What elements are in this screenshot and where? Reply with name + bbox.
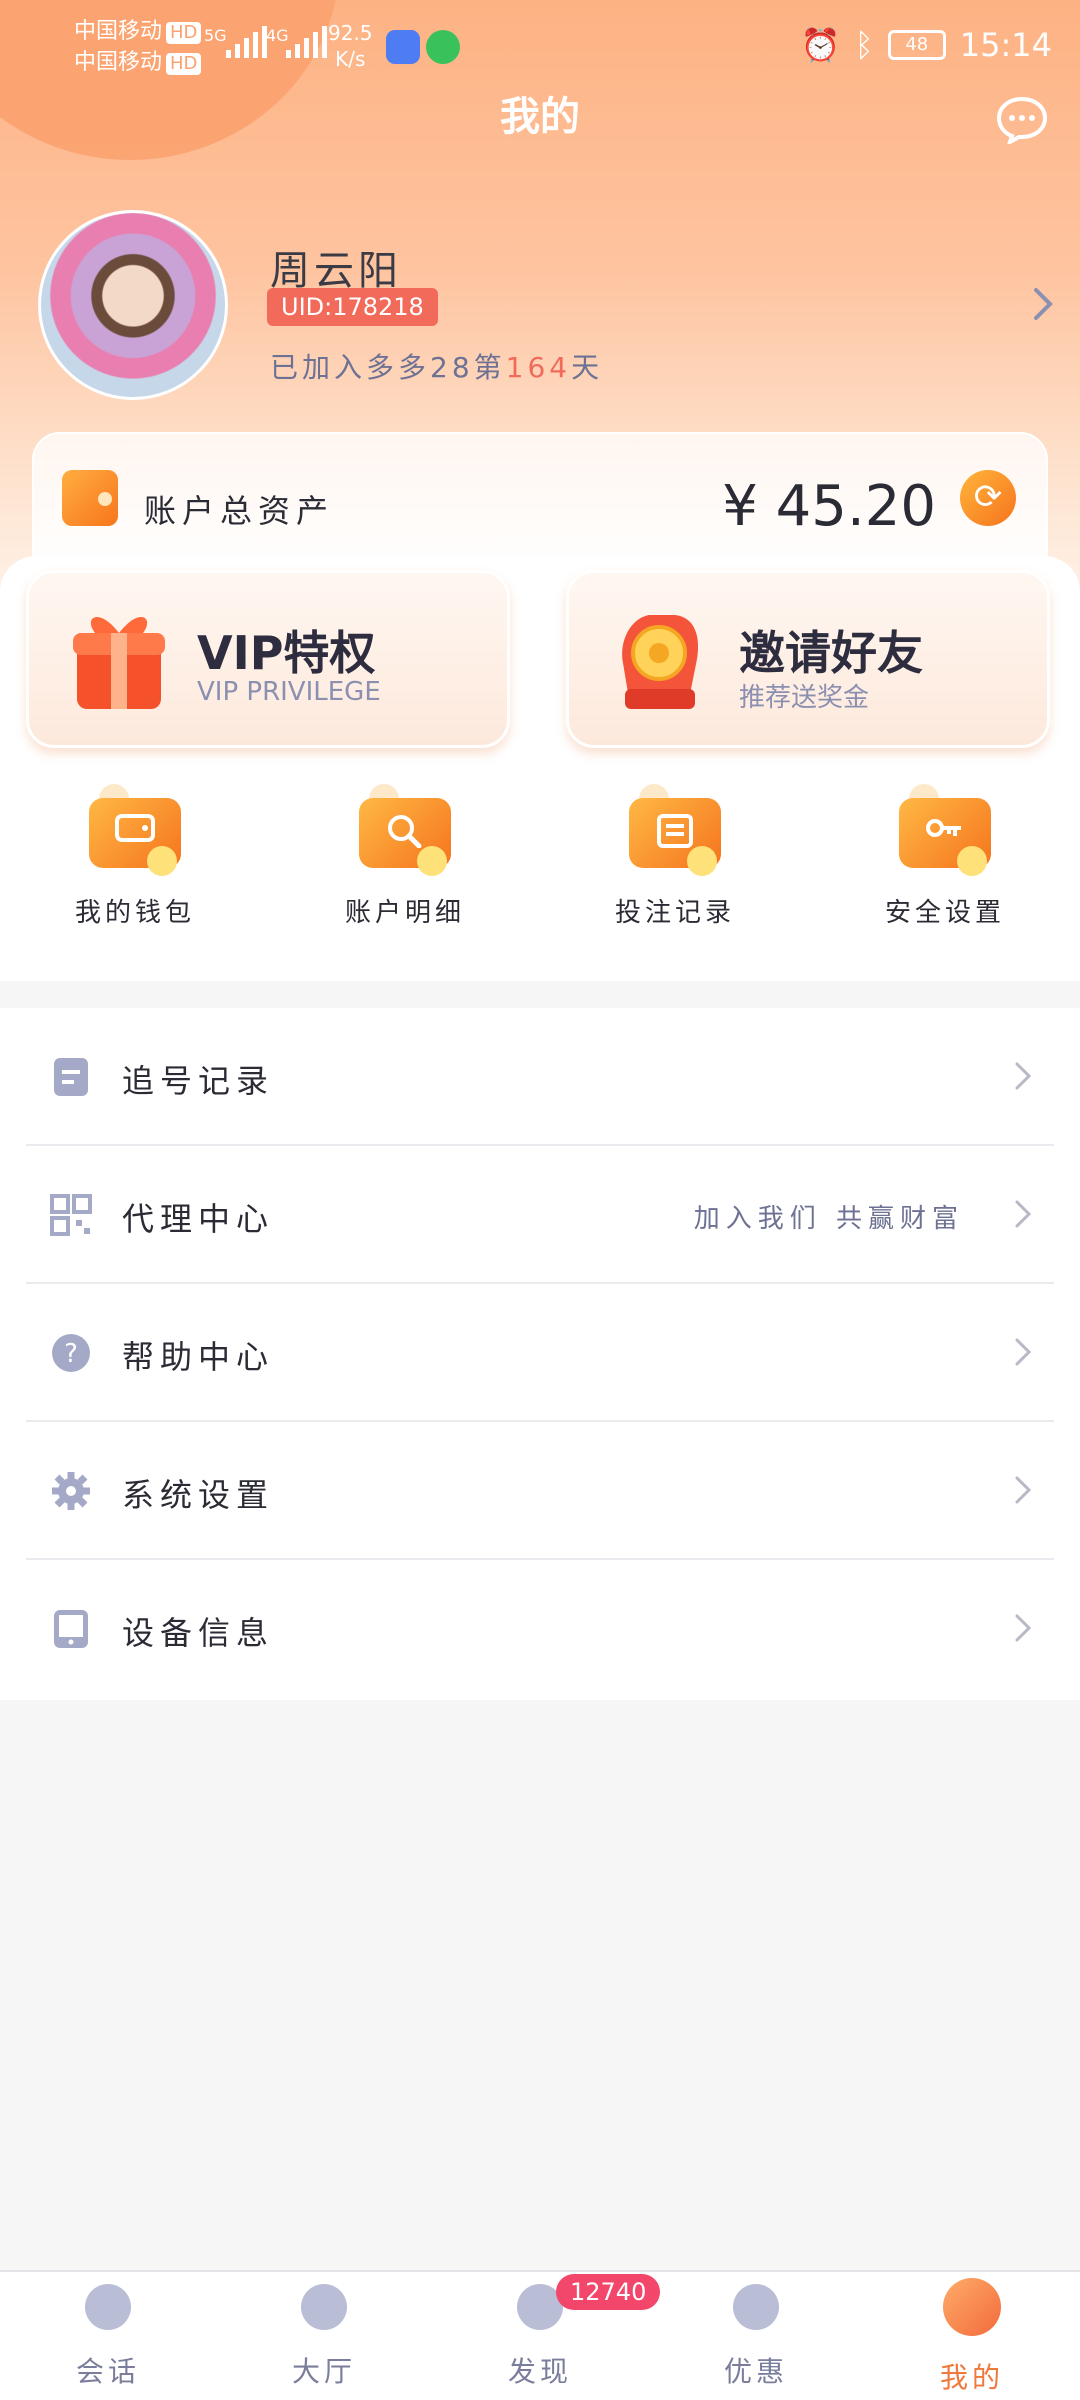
uid-badge: UID:178218 [267,288,438,326]
tab-label: 发现 [507,2355,572,2388]
chevron-right-icon [1015,1476,1032,1504]
menu-item-system-settings[interactable]: 系统设置 [26,1422,1054,1560]
pop-app-icon [426,30,460,64]
asset-value: ¥ 45.20 [722,474,936,539]
menu-label: 系统设置 [122,1476,275,1514]
refresh-icon[interactable]: ⟳ [960,470,1016,526]
bottom-nav: 会话 大厅 发现 优惠 我的 [0,2270,1080,2400]
quick-action-security[interactable]: 安全设置 [810,784,1080,929]
hd-badge-1: HD [166,22,202,44]
quick-action-account-details[interactable]: 账户明细 [270,784,540,929]
wallet-icon [89,784,181,876]
quick-action-label: 账户明细 [344,898,465,928]
tab-chat[interactable]: 会话 [0,2284,216,2390]
clipboard-icon [54,1058,88,1096]
hand-coin-icon [622,615,699,709]
bluetooth-icon: ᛒ [854,26,874,64]
page-title: 我的 [500,94,580,140]
tab-mine[interactable]: 我的 [864,2278,1080,2396]
wallet-icon [62,470,118,526]
settings-menu: 追号记录 代理中心 加入我们 共赢财富 ? 帮助中心 系统设置 设备信息 [0,1008,1080,1700]
carrier-2: 中国移动 [74,50,163,75]
bank-icon [301,2284,347,2330]
tab-lobby[interactable]: 大厅 [216,2284,432,2390]
chat-icon [85,2284,131,2330]
menu-item-device-info[interactable]: 设备信息 [26,1560,1054,1698]
quick-action-label: 安全设置 [884,898,1005,928]
asset-label: 账户总资产 [144,492,335,530]
chevron-right-icon [1015,1062,1032,1090]
hd-badge-2: HD [166,53,202,75]
menu-item-tracking-records[interactable]: 追号记录 [26,1008,1054,1146]
music-app-icon [386,30,420,64]
discover-badge: 12740 [556,2274,661,2310]
joined-suffix: 天 [571,351,604,384]
invite-title: 邀请好友 [739,626,923,680]
avatar[interactable] [38,210,228,400]
phone-icon [54,1610,88,1648]
clock: 15:14 [959,26,1052,64]
quick-action-wallet[interactable]: 我的钱包 [0,784,270,929]
tab-label: 大厅 [291,2355,356,2388]
joined-days-count: 164 [505,351,572,384]
menu-label: 设备信息 [122,1614,275,1652]
gift-icon [73,617,165,709]
chevron-right-icon [1015,1338,1032,1366]
invite-subtitle: 推荐送奖金 [739,683,870,713]
menu-label: 追号记录 [122,1062,275,1100]
ticket-icon [629,784,721,876]
vip-subtitle: VIP PRIVILEGE [197,677,381,707]
menu-item-help-center[interactable]: ? 帮助中心 [26,1284,1054,1422]
tab-label: 优惠 [723,2355,788,2388]
vip-privilege-card[interactable]: VIP特权 VIP PRIVILEGE [26,570,510,748]
yen-icon [733,2284,779,2330]
menu-label: 帮助中心 [122,1338,275,1376]
quick-action-bet-records[interactable]: 投注记录 [540,784,810,929]
vip-title: VIP特权 [197,626,376,680]
svg-text:?: ? [64,1339,78,1369]
gear-icon [52,1472,90,1510]
invite-friends-card[interactable]: 邀请好友 推荐送奖金 [566,570,1050,748]
menu-label: 代理中心 [122,1200,275,1238]
user-icon [943,2278,1001,2336]
tab-promotions[interactable]: 优惠 [648,2284,864,2390]
tab-label: 我的 [939,2361,1004,2394]
tab-label: 会话 [75,2355,140,2388]
chevron-right-icon [1015,1614,1032,1642]
chevron-right-icon[interactable] [1028,284,1058,324]
qrcode-icon [50,1194,92,1236]
alarm-icon: ⏰ [800,26,841,64]
signal-bars-2 [286,26,327,58]
joined-days: 已加入多多28第164天 [270,346,603,386]
magnifier-icon [359,784,451,876]
status-right: ⏰ ᛒ 48 15:14 [801,26,1052,64]
quick-action-label: 我的钱包 [74,898,195,928]
menu-item-agent-center[interactable]: 代理中心 加入我们 共赢财富 [26,1146,1054,1284]
help-icon: ? [52,1334,90,1372]
signal-label-5g: 5G [204,26,227,45]
speed-unit: K/s [335,47,366,71]
network-speed: 92.5 K/s [328,20,373,72]
battery-icon: 48 [887,30,946,60]
signal-bars-1 [226,26,267,58]
carrier-info: 中国移动 HD 中国移动 HD [74,16,202,78]
quick-action-label: 投注记录 [614,898,735,928]
menu-hint: 加入我们 共赢财富 [693,1204,964,1234]
carrier-1: 中国移动 [74,19,163,44]
speed-value: 92.5 [328,21,373,45]
chevron-right-icon [1015,1200,1032,1228]
message-icon[interactable] [996,96,1048,144]
joined-prefix: 已加入多多28第 [270,351,506,384]
key-icon [899,784,991,876]
